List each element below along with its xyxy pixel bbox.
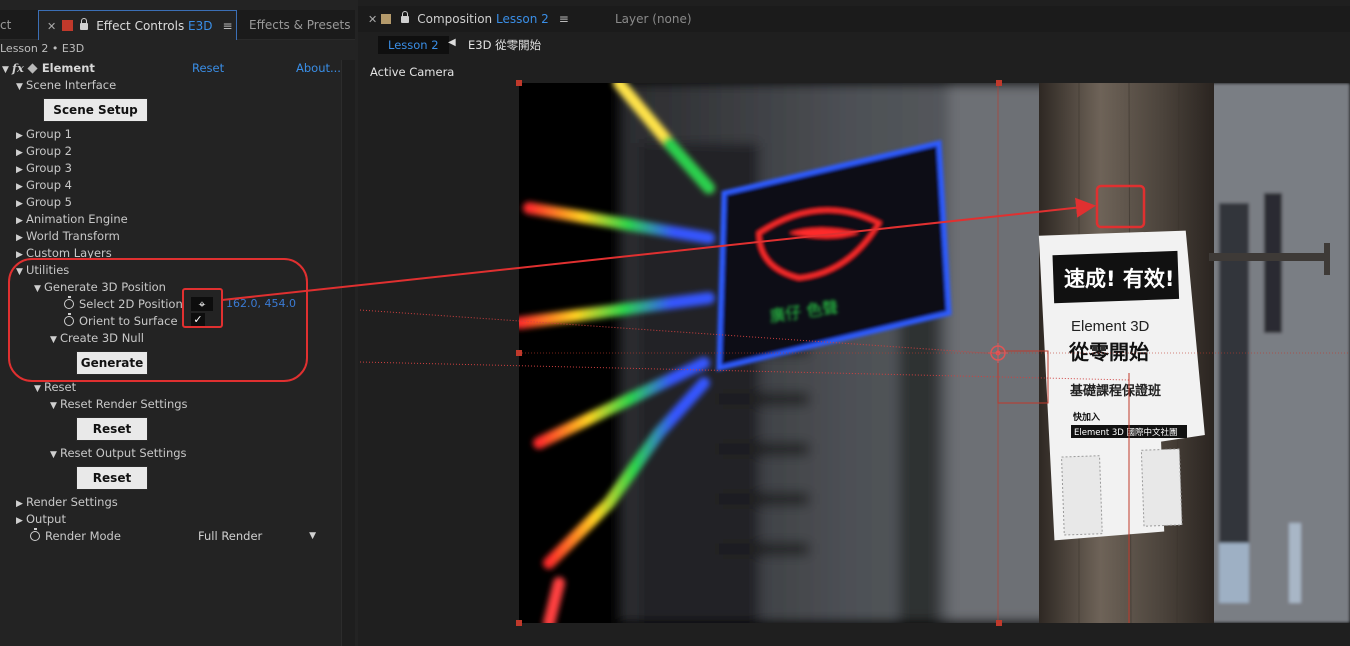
annotation-overlay bbox=[221, 184, 1146, 381]
